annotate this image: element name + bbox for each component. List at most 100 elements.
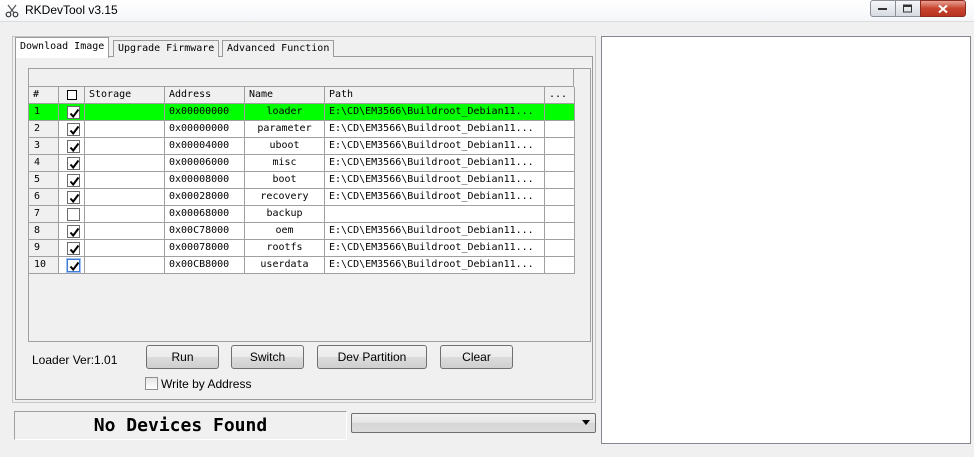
- log-panel[interactable]: [601, 36, 971, 444]
- header-check[interactable]: [59, 87, 85, 104]
- row-path-cell[interactable]: E:\CD\EM3566\Buildroot_Debian11...: [325, 155, 545, 172]
- table-row[interactable]: 8 0x00C78000 oem E:\CD\EM3566\Buildroot_Deb…: [29, 223, 575, 240]
- row-check-cell[interactable]: [59, 189, 85, 206]
- row-path-cell[interactable]: E:\CD\EM3566\Buildroot_Debian11...: [325, 223, 545, 240]
- row-name-cell[interactable]: boot: [245, 172, 325, 189]
- write-by-address-checkbox[interactable]: [145, 377, 158, 390]
- row-check-cell[interactable]: [59, 121, 85, 138]
- row-checkbox[interactable]: [67, 140, 80, 153]
- title-bar[interactable]: RKDevTool v3.15: [0, 0, 974, 22]
- row-path-cell[interactable]: E:\CD\EM3566\Buildroot_Debian11...: [325, 138, 545, 155]
- row-storage-cell[interactable]: [85, 172, 165, 189]
- row-storage-cell[interactable]: [85, 104, 165, 121]
- row-checkbox[interactable]: [67, 225, 80, 238]
- select-all-checkbox[interactable]: [67, 90, 77, 100]
- row-address-cell[interactable]: 0x00008000: [165, 172, 245, 189]
- row-name-cell[interactable]: userdata: [245, 257, 325, 274]
- table-row[interactable]: 4 0x00006000 misc E:\CD\EM3566\Buildroot_De…: [29, 155, 575, 172]
- row-more-cell[interactable]: [545, 257, 575, 274]
- table-row[interactable]: 9 0x00078000 rootfs E:\CD\EM3566\Buildroot_…: [29, 240, 575, 257]
- row-num-cell[interactable]: 4: [29, 155, 59, 172]
- table-row[interactable]: 5 0x00008000 boot E:\CD\EM3566\Buildroot_De…: [29, 172, 575, 189]
- switch-button[interactable]: Switch: [231, 345, 304, 369]
- row-more-cell[interactable]: [545, 104, 575, 121]
- row-address-cell[interactable]: 0x00078000: [165, 240, 245, 257]
- clear-button[interactable]: Clear: [440, 345, 513, 369]
- row-more-cell[interactable]: [545, 189, 575, 206]
- row-num-cell[interactable]: 7: [29, 206, 59, 223]
- row-name-cell[interactable]: rootfs: [245, 240, 325, 257]
- row-checkbox[interactable]: [67, 157, 80, 170]
- row-num-cell[interactable]: 3: [29, 138, 59, 155]
- row-address-cell[interactable]: 0x00006000: [165, 155, 245, 172]
- table-row[interactable]: 1 0x00000000 loader E:\CD\EM3566\Buildroot_…: [29, 104, 575, 121]
- row-storage-cell[interactable]: [85, 138, 165, 155]
- tab-upgrade-firmware[interactable]: Upgrade Firmware: [113, 40, 220, 57]
- table-row[interactable]: 6 0x00028000 recovery E:\CD\EM3566\Buildroo…: [29, 189, 575, 206]
- row-name-cell[interactable]: misc: [245, 155, 325, 172]
- row-name-cell[interactable]: oem: [245, 223, 325, 240]
- row-check-cell[interactable]: [59, 206, 85, 223]
- row-name-cell[interactable]: uboot: [245, 138, 325, 155]
- row-storage-cell[interactable]: [85, 189, 165, 206]
- header-storage[interactable]: Storage: [85, 87, 165, 104]
- row-address-cell[interactable]: 0x00004000: [165, 138, 245, 155]
- row-check-cell[interactable]: [59, 172, 85, 189]
- write-by-address-label[interactable]: Write by Address: [161, 377, 251, 391]
- run-button[interactable]: Run: [146, 345, 219, 369]
- row-checkbox[interactable]: [67, 259, 80, 272]
- row-path-cell[interactable]: E:\CD\EM3566\Buildroot_Debian11...: [325, 121, 545, 138]
- table-row[interactable]: 7 0x00068000 backup: [29, 206, 575, 223]
- row-checkbox[interactable]: [67, 208, 80, 221]
- row-num-cell[interactable]: 1: [29, 104, 59, 121]
- row-storage-cell[interactable]: [85, 206, 165, 223]
- row-address-cell[interactable]: 0x00028000: [165, 189, 245, 206]
- row-num-cell[interactable]: 8: [29, 223, 59, 240]
- row-num-cell[interactable]: 10: [29, 257, 59, 274]
- maximize-button[interactable]: [895, 0, 921, 17]
- row-check-cell[interactable]: [59, 257, 85, 274]
- close-button[interactable]: [920, 0, 966, 17]
- row-name-cell[interactable]: recovery: [245, 189, 325, 206]
- row-check-cell[interactable]: [59, 104, 85, 121]
- table-row[interactable]: 10 0x00CB8000 userdata E:\CD\EM3566\Buildro…: [29, 257, 575, 274]
- partition-table[interactable]: # Storage Address Name Path ... 1 0x00000…: [28, 68, 591, 342]
- row-check-cell[interactable]: [59, 223, 85, 240]
- row-check-cell[interactable]: [59, 240, 85, 257]
- row-address-cell[interactable]: 0x00068000: [165, 206, 245, 223]
- row-path-cell[interactable]: E:\CD\EM3566\Buildroot_Debian11...: [325, 257, 545, 274]
- row-more-cell[interactable]: [545, 138, 575, 155]
- minimize-button[interactable]: [870, 0, 896, 17]
- row-name-cell[interactable]: parameter: [245, 121, 325, 138]
- row-address-cell[interactable]: 0x00000000: [165, 121, 245, 138]
- table-row[interactable]: 2 0x00000000 parameter E:\CD\EM3566\Buildro…: [29, 121, 575, 138]
- row-more-cell[interactable]: [545, 172, 575, 189]
- device-combo[interactable]: [351, 413, 596, 433]
- table-row[interactable]: 3 0x00004000 uboot E:\CD\EM3566\Buildroot_D…: [29, 138, 575, 155]
- row-more-cell[interactable]: [545, 240, 575, 257]
- row-storage-cell[interactable]: [85, 155, 165, 172]
- row-checkbox[interactable]: [67, 191, 80, 204]
- dev-partition-button[interactable]: Dev Partition: [317, 345, 427, 369]
- row-checkbox[interactable]: [67, 174, 80, 187]
- row-address-cell[interactable]: 0x00CB8000: [165, 257, 245, 274]
- row-path-cell[interactable]: E:\CD\EM3566\Buildroot_Debian11...: [325, 104, 545, 121]
- row-num-cell[interactable]: 6: [29, 189, 59, 206]
- row-path-cell[interactable]: E:\CD\EM3566\Buildroot_Debian11...: [325, 240, 545, 257]
- row-num-cell[interactable]: 2: [29, 121, 59, 138]
- tab-advanced-function[interactable]: Advanced Function: [222, 40, 335, 57]
- row-more-cell[interactable]: [545, 121, 575, 138]
- row-path-cell[interactable]: E:\CD\EM3566\Buildroot_Debian11...: [325, 172, 545, 189]
- row-check-cell[interactable]: [59, 155, 85, 172]
- header-path[interactable]: Path: [325, 87, 545, 104]
- row-more-cell[interactable]: [545, 223, 575, 240]
- header-name[interactable]: Name: [245, 87, 325, 104]
- header-more[interactable]: ...: [545, 87, 575, 104]
- row-address-cell[interactable]: 0x00C78000: [165, 223, 245, 240]
- row-num-cell[interactable]: 9: [29, 240, 59, 257]
- row-address-cell[interactable]: 0x00000000: [165, 104, 245, 121]
- row-name-cell[interactable]: backup: [245, 206, 325, 223]
- chevron-down-icon[interactable]: [582, 420, 590, 425]
- row-check-cell[interactable]: [59, 138, 85, 155]
- row-path-cell[interactable]: [325, 206, 545, 223]
